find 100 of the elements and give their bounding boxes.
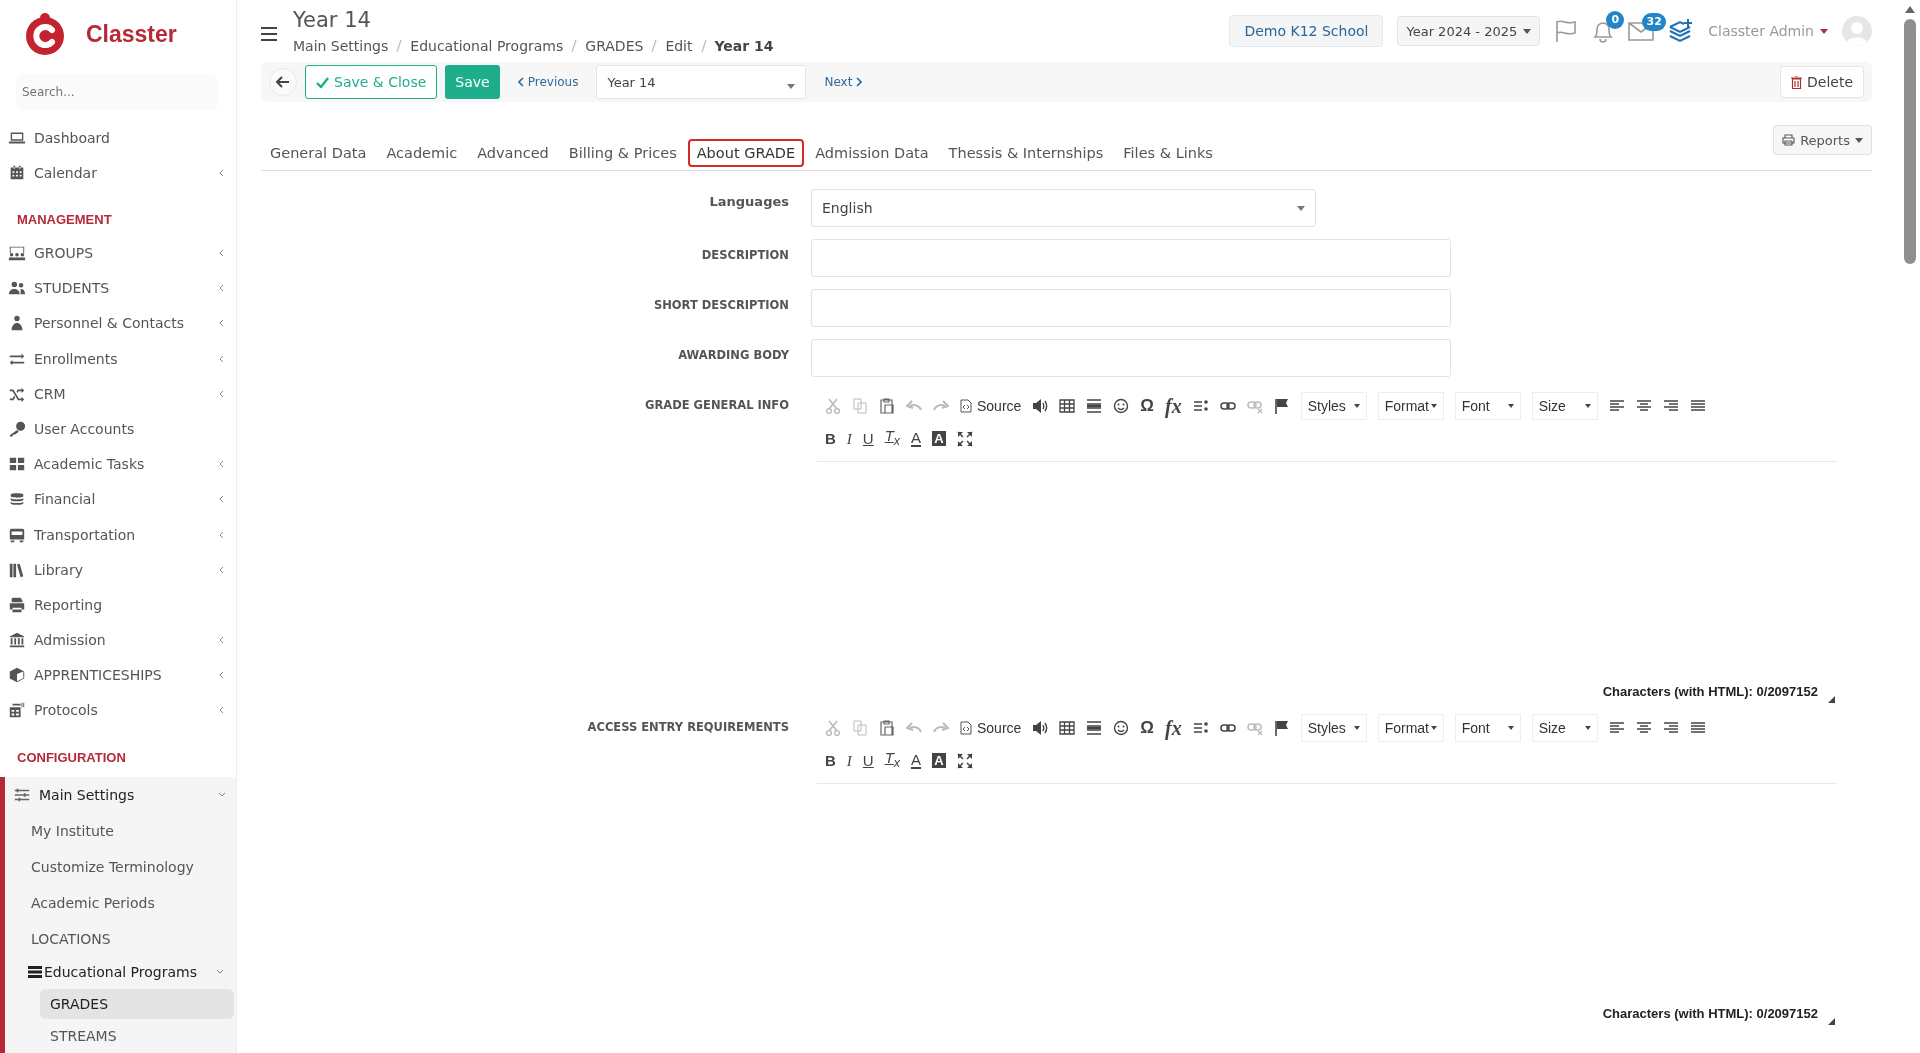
year-dropdown[interactable]: Year 2024 - 2025 (1397, 16, 1541, 46)
breadcrumb[interactable]: Edit (665, 38, 693, 54)
nav-item[interactable]: STREAMS (40, 1021, 234, 1052)
nav-item[interactable]: Admission (0, 622, 236, 658)
background-color-button[interactable]: A (932, 431, 946, 446)
toolbar-dropdown[interactable]: Size (1531, 713, 1598, 742)
resize-handle-icon[interactable] (1828, 1018, 1835, 1025)
tab[interactable]: Thessis & Internships (939, 139, 1113, 167)
table-icon[interactable] (1059, 719, 1076, 736)
special-character-button[interactable]: Ω (1140, 396, 1154, 415)
toolbar-dropdown[interactable]: Format (1377, 391, 1444, 420)
align-left-icon[interactable] (1608, 397, 1625, 414)
reports-button[interactable]: Reports (1773, 125, 1872, 155)
flag-icon[interactable] (1273, 719, 1290, 736)
toolbar-dropdown[interactable]: Font (1454, 713, 1521, 742)
nav-item[interactable]: Academic Tasks (0, 446, 236, 482)
horizontal-rule-icon[interactable] (1086, 397, 1103, 414)
breadcrumb[interactable]: Educational Programs (410, 38, 564, 54)
input-field[interactable] (811, 289, 1451, 327)
toolbar-dropdown[interactable]: Format (1377, 713, 1444, 742)
nav-item[interactable]: Customize Terminology (5, 849, 236, 886)
maximize-icon[interactable] (956, 430, 973, 447)
scrollbar-thumb[interactable] (1904, 19, 1916, 264)
special-character-button[interactable]: Ω (1140, 718, 1154, 737)
bold-button[interactable]: B (825, 751, 836, 770)
back-button[interactable] (269, 68, 297, 96)
smiley-icon[interactable] (1113, 719, 1130, 736)
input-field[interactable] (811, 239, 1451, 277)
maximize-icon[interactable] (956, 752, 973, 769)
remove-format-button[interactable]: T$_{x}$ (884, 427, 901, 450)
tab[interactable]: Academic (377, 139, 467, 167)
school-button[interactable]: Demo K12 School (1229, 15, 1384, 47)
breadcrumb[interactable]: Main Settings (293, 38, 389, 54)
justify-icon[interactable] (1689, 719, 1706, 736)
delete-button[interactable]: Delete (1780, 66, 1864, 98)
tab[interactable]: Admission Data (806, 139, 938, 167)
record-dropdown[interactable]: Year 14 (596, 65, 807, 99)
language-dropdown[interactable]: English (811, 189, 1316, 227)
nav-item[interactable]: My Institute (5, 813, 236, 850)
toolbar-dropdown[interactable]: Size (1531, 391, 1598, 420)
paste-icon[interactable] (879, 719, 895, 736)
align-right-icon[interactable] (1662, 397, 1679, 414)
background-color-button[interactable]: A (932, 753, 946, 768)
scroll-up-icon[interactable] (1905, 6, 1915, 13)
list-icon[interactable] (1192, 719, 1209, 736)
menu-icon[interactable] (261, 27, 277, 41)
underline-button[interactable]: U (862, 429, 874, 448)
nav-item[interactable]: Enrollments (0, 341, 236, 377)
nav-item[interactable]: Library (0, 552, 236, 588)
nav-item[interactable]: User Accounts (0, 411, 236, 447)
nav-item[interactable]: Educational Programs (22, 957, 234, 988)
italic-button[interactable]: I (846, 751, 852, 770)
align-right-icon[interactable] (1662, 719, 1679, 736)
nav-item[interactable]: Academic Periods (5, 885, 236, 922)
smiley-icon[interactable] (1113, 397, 1130, 414)
nav-item[interactable]: GRADES (40, 989, 234, 1020)
toolbar-dropdown[interactable]: Styles (1300, 713, 1367, 742)
paste-icon[interactable] (879, 397, 895, 414)
table-icon[interactable] (1059, 397, 1076, 414)
breadcrumb[interactable]: GRADES (585, 38, 644, 54)
nav-item[interactable]: Dashboard (0, 120, 236, 156)
underline-button[interactable]: U (862, 751, 874, 770)
tab[interactable]: About GRADE (687, 139, 805, 167)
nav-item[interactable]: CRM (0, 376, 236, 412)
nav-item[interactable]: Reporting (0, 587, 236, 623)
tab[interactable]: Files & Links (1114, 139, 1222, 167)
text-color-button[interactable]: A (911, 752, 922, 769)
next-button[interactable]: Next (814, 75, 873, 89)
bold-button[interactable]: B (825, 429, 836, 448)
list-icon[interactable] (1192, 397, 1209, 414)
previous-button[interactable]: Previous (507, 75, 589, 89)
source-button[interactable]: Source (960, 719, 1022, 736)
toolbar-dropdown[interactable]: Font (1454, 391, 1521, 420)
nav-item[interactable]: STUDENTS (0, 270, 236, 306)
input-field[interactable] (811, 339, 1451, 377)
nav-item[interactable]: APPRENTICESHIPS (0, 657, 236, 693)
flag-icon[interactable] (1273, 397, 1290, 414)
source-button[interactable]: Source (960, 397, 1022, 414)
align-center-icon[interactable] (1635, 397, 1652, 414)
tab[interactable]: General Data (261, 139, 376, 167)
nav-item[interactable]: Protocols (0, 692, 236, 729)
resize-handle-icon[interactable] (1828, 696, 1835, 703)
layers-plus-icon[interactable] (1668, 18, 1695, 44)
italic-button[interactable]: I (846, 429, 852, 448)
nav-item[interactable]: Main Settings (5, 777, 236, 814)
align-center-icon[interactable] (1635, 719, 1652, 736)
horizontal-rule-icon[interactable] (1086, 719, 1103, 736)
search-field[interactable]: Search... (16, 74, 218, 111)
text-color-button[interactable]: A (911, 430, 922, 447)
nav-item[interactable]: GROUPS (0, 235, 236, 271)
speaker-icon[interactable] (1032, 719, 1049, 736)
nav-item[interactable]: Financial (0, 481, 236, 517)
nav-item[interactable]: Personnel & Contacts (0, 305, 236, 341)
nav-item[interactable]: LOCATIONS (5, 921, 236, 958)
align-left-icon[interactable] (1608, 719, 1625, 736)
toolbar-dropdown[interactable]: Styles (1300, 391, 1367, 420)
remove-format-button[interactable]: T$_{x}$ (884, 749, 901, 772)
nav-item[interactable]: Transportation (0, 516, 236, 553)
nav-item[interactable]: Calendar (0, 155, 236, 191)
speaker-icon[interactable] (1032, 397, 1049, 414)
